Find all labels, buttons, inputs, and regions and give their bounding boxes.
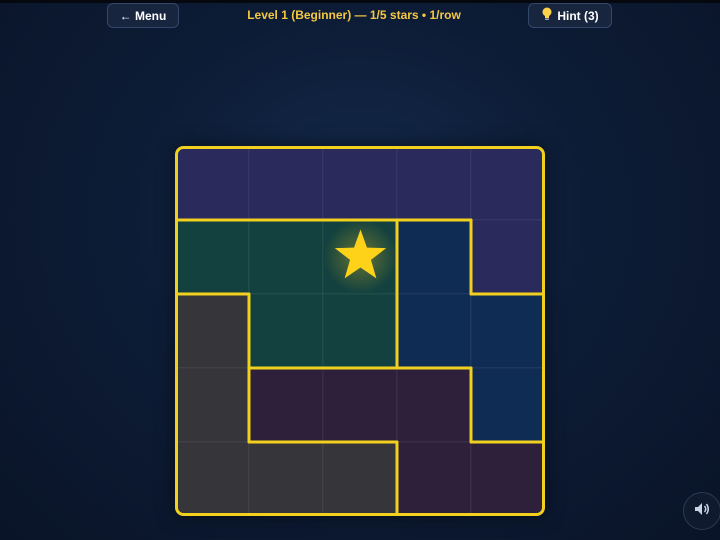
menu-button[interactable]: ← Menu xyxy=(107,3,179,28)
menu-label: ← Menu xyxy=(119,8,167,23)
board-cell[interactable] xyxy=(470,146,545,221)
lightbulb-icon xyxy=(541,7,553,24)
board-cell[interactable] xyxy=(396,146,472,221)
board-cell[interactable] xyxy=(248,146,324,221)
speaker-icon xyxy=(693,500,711,523)
board-cell[interactable] xyxy=(248,441,324,516)
hint-label: Hint (3) xyxy=(557,8,599,23)
board-cell[interactable] xyxy=(175,219,250,295)
board-cell[interactable] xyxy=(248,219,324,295)
board-cell[interactable] xyxy=(248,367,324,443)
board-grid xyxy=(175,146,545,516)
board-cell[interactable] xyxy=(470,367,545,443)
board-cell[interactable] xyxy=(175,146,250,221)
board-cell[interactable] xyxy=(470,441,545,516)
hint-button[interactable]: Hint (3) xyxy=(528,3,612,28)
board-cell[interactable] xyxy=(396,293,472,369)
board-cell[interactable] xyxy=(175,293,250,369)
puzzle-board xyxy=(175,146,545,516)
board-cell[interactable] xyxy=(175,367,250,443)
board-cell[interactable] xyxy=(396,219,472,295)
board-cell[interactable] xyxy=(322,293,398,369)
board-cell[interactable] xyxy=(470,219,545,295)
board-cell[interactable] xyxy=(322,441,398,516)
board-cell[interactable] xyxy=(175,441,250,516)
board-cell[interactable] xyxy=(396,367,472,443)
sound-button[interactable] xyxy=(683,492,720,530)
board-cell[interactable] xyxy=(470,293,545,369)
level-status: Level 1 (Beginner) — 1/5 stars • 1/row xyxy=(247,8,461,22)
board-cell[interactable] xyxy=(322,146,398,221)
board-cell[interactable] xyxy=(248,293,324,369)
board-cell[interactable] xyxy=(322,367,398,443)
top-edge xyxy=(0,0,720,3)
board-cell[interactable] xyxy=(396,441,472,516)
